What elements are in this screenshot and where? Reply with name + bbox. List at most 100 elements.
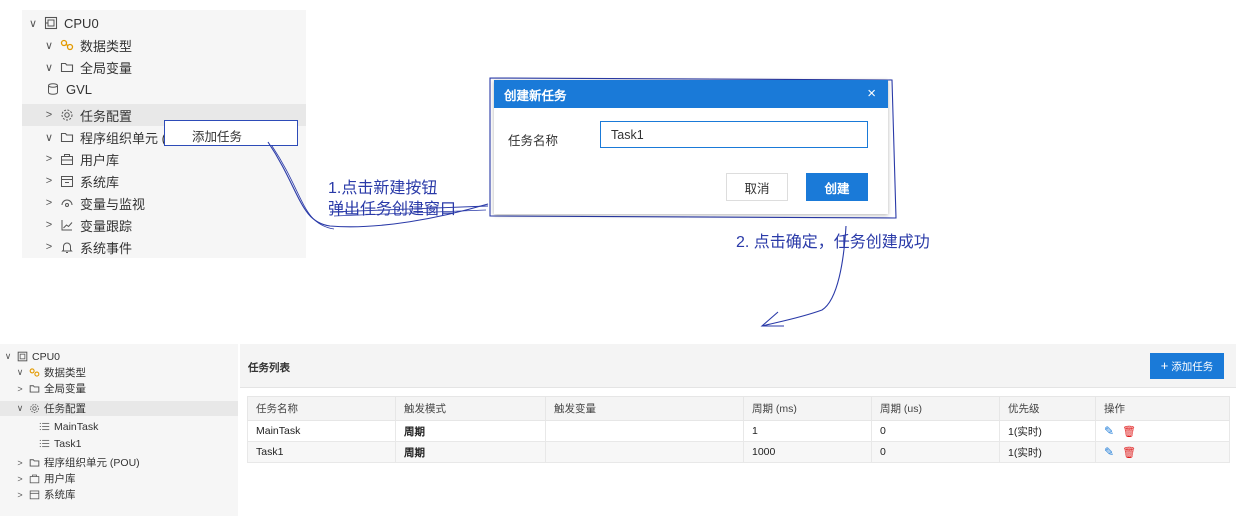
tree-item-label: 变量与监视 (80, 196, 146, 212)
tree-item-cpu0[interactable]: ∨ CPU0 (2, 349, 60, 364)
tree-item-datatypes[interactable]: ∨ 数据类型 (42, 34, 132, 56)
tree-item-user-lib[interactable]: > 用户库 (14, 471, 76, 486)
tree-item-label: 任务配置 (44, 403, 86, 415)
table-cell: 1(实时) (999, 420, 1096, 442)
add-task-button[interactable]: + 添加任务 (1150, 353, 1224, 379)
table-cell (545, 441, 744, 463)
task-list-icon (38, 421, 50, 433)
chevron-down-icon[interactable]: ∨ (26, 17, 40, 30)
chevron-right-icon[interactable]: > (42, 219, 56, 231)
cancel-button[interactable]: 取消 (726, 173, 788, 201)
chevron-right-icon[interactable]: > (42, 109, 56, 121)
tree-item-maintask[interactable]: MainTask (36, 419, 98, 434)
tree-item-label: 程序组织单元 (POU) (44, 457, 140, 469)
system-library-icon (28, 489, 40, 501)
plus-icon: + (1160, 358, 1169, 373)
folder-icon (59, 59, 75, 75)
chevron-down-icon[interactable]: ∨ (14, 403, 26, 414)
chevron-right-icon[interactable]: > (14, 474, 26, 484)
chevron-right-icon[interactable]: > (42, 175, 56, 187)
table-cell-actions: ✎ 🗑 (1095, 420, 1230, 442)
task-list-panel: 任务列表 + 添加任务 任务名称 触发模式 触发变量 周期 (ms) 周期 (us… (240, 344, 1236, 516)
chevron-down-icon[interactable]: ∨ (42, 39, 56, 52)
tree-item-label: GVL (66, 81, 93, 97)
delete-icon[interactable]: 🗑 (1122, 447, 1136, 459)
tree-item-label: MainTask (54, 420, 99, 433)
datatype-icon (28, 367, 40, 379)
table-cell: 0 (871, 441, 1000, 463)
chevron-down-icon[interactable]: ∨ (42, 61, 56, 74)
delete-icon[interactable]: 🗑 (1122, 426, 1136, 438)
tree-item-label: 用户库 (44, 473, 76, 485)
table-cell: Task1 (247, 441, 396, 463)
tree-item-label: 变量跟踪 (80, 218, 133, 234)
tree-item-trace[interactable]: > 变量跟踪 (42, 214, 132, 236)
tree-item-label: 系统库 (44, 489, 76, 501)
table-cell: 1000 (743, 441, 872, 463)
tree-item-datatypes[interactable]: ∨ 数据类型 (14, 365, 86, 380)
context-menu-item-label: 添加任务 (192, 130, 243, 144)
tree-item-label: CPU0 (64, 15, 99, 31)
chevron-down-icon[interactable]: ∨ (42, 131, 56, 144)
table-row[interactable]: Task1 周期 1000 0 1(实时) ✎ 🗑 (247, 441, 1230, 463)
tree-item-global-vars[interactable]: > 全局变量 (14, 381, 86, 396)
tree-item-task1[interactable]: Task1 (36, 436, 81, 451)
tree-item-label: Task1 (54, 437, 82, 450)
folder-icon (28, 383, 40, 395)
tree-item-label: 程序组织单元 ( (80, 130, 166, 146)
edit-icon[interactable]: ✎ (1104, 424, 1114, 438)
close-icon[interactable]: × (867, 85, 876, 102)
column-header: 周期 (us) (871, 396, 1000, 421)
task-name-input[interactable] (600, 121, 868, 148)
tree-item-events[interactable]: > 系统事件 (42, 236, 132, 258)
tree-item-task-config[interactable]: > 任务配置 (42, 104, 132, 126)
tree-item-global-vars[interactable]: ∨ 全局变量 (42, 56, 132, 78)
create-task-dialog: 创建新任务 × 任务名称 取消 创建 (494, 80, 888, 214)
table-cell: 0 (871, 420, 1000, 442)
tree-item-watch[interactable]: > 变量与监视 (42, 192, 145, 214)
table-cell-actions: ✎ 🗑 (1095, 441, 1230, 463)
task-list-title: 任务列表 (248, 362, 290, 374)
chevron-right-icon[interactable]: > (14, 490, 26, 500)
column-header: 周期 (ms) (743, 396, 872, 421)
tree-item-label: 全局变量 (80, 60, 133, 76)
table-cell: 1(实时) (999, 441, 1096, 463)
tree-item-system-lib[interactable]: > 系统库 (14, 487, 76, 502)
table-cell: 1 (743, 420, 872, 442)
tree-item-user-lib[interactable]: > 用户库 (42, 148, 119, 170)
chevron-right-icon[interactable]: > (14, 458, 26, 468)
system-library-icon (59, 173, 75, 189)
tree-item-pou[interactable]: ∨ 程序组织单元 ( (42, 126, 166, 148)
chevron-down-icon[interactable]: ∨ (2, 351, 14, 362)
create-button[interactable]: 创建 (806, 173, 868, 201)
chevron-right-icon[interactable]: > (14, 384, 26, 394)
tree-item-system-lib[interactable]: > 系统库 (42, 170, 119, 192)
edit-icon[interactable]: ✎ (1104, 445, 1114, 459)
tree-item-task-config[interactable]: ∨ 任务配置 (14, 401, 86, 416)
tree-item-label: 数据类型 (80, 38, 133, 54)
tree-item-label: 系统事件 (80, 240, 133, 256)
chevron-right-icon[interactable]: > (42, 153, 56, 165)
datatype-icon (59, 37, 75, 53)
trace-icon (59, 217, 75, 233)
add-task-label: 添加任务 (1171, 361, 1214, 373)
chevron-right-icon[interactable]: > (42, 241, 56, 253)
database-icon (45, 81, 61, 97)
annotation-step2: 2. 点击确定，任务创建成功 (736, 234, 930, 251)
tree-item-label: 任务配置 (80, 108, 133, 124)
cpu-icon (43, 15, 59, 31)
table-cell (545, 420, 744, 442)
tree-item-gvl[interactable]: GVL (42, 78, 92, 100)
tree-item-cpu0[interactable]: ∨ CPU0 (26, 12, 99, 34)
task-list-header: 任务列表 + 添加任务 (240, 344, 1236, 388)
table-row[interactable]: MainTask 周期 1 0 1(实时) ✎ 🗑 (247, 420, 1230, 442)
chevron-down-icon[interactable]: ∨ (14, 367, 26, 378)
folder-icon (28, 457, 40, 469)
dialog-header: 创建新任务 × (494, 80, 888, 108)
table-header-row: 任务名称 触发模式 触发变量 周期 (ms) 周期 (us) 优先级 操作 (247, 396, 1230, 421)
tree-item-label: 全局变量 (44, 383, 86, 395)
tree-item-pou[interactable]: > 程序组织单元 (POU) (14, 455, 140, 470)
context-menu-add-task[interactable]: 添加任务 (164, 120, 298, 146)
chevron-right-icon[interactable]: > (42, 197, 56, 209)
task-list-icon (38, 438, 50, 450)
